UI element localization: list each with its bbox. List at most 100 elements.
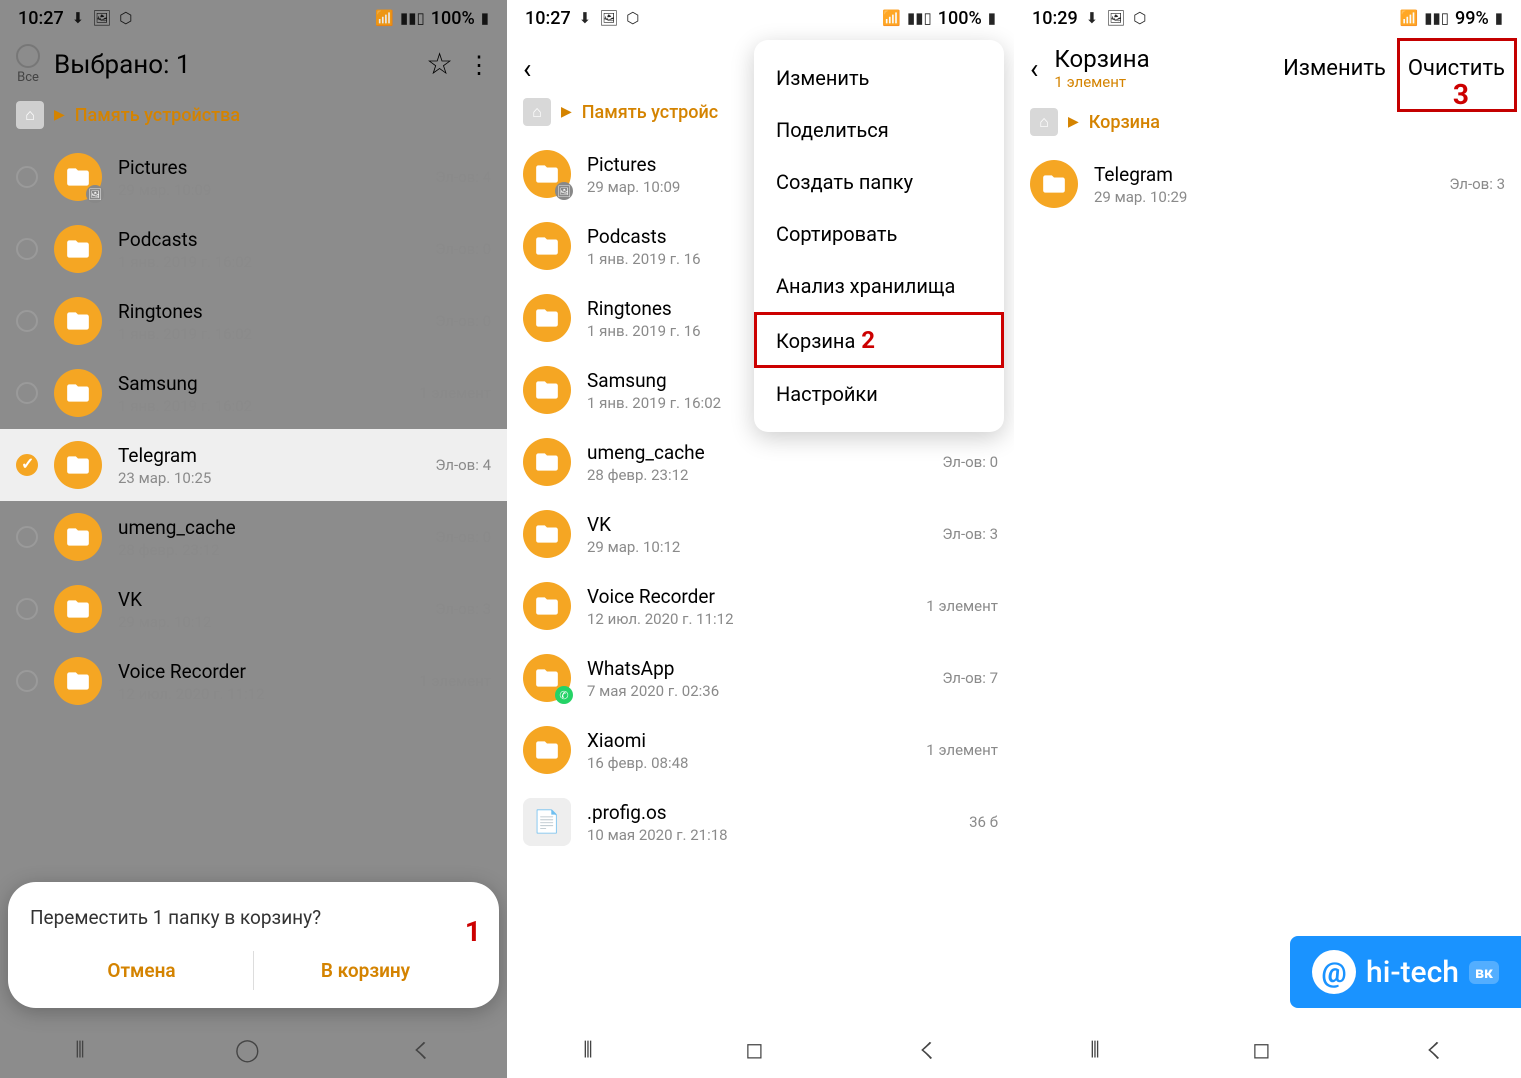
list-item[interactable]: Telegram23 мар. 10:25Эл-ов: 4 [0, 429, 507, 501]
menu-item-анализ-хранилища[interactable]: Анализ хранилища [754, 260, 1004, 312]
whatsapp-badge-icon: ✆ [555, 686, 573, 704]
nav-recents-icon[interactable]: ⦀ [583, 1038, 593, 1063]
select-all-button[interactable]: Все [16, 44, 40, 85]
annotation-3: 3 [1453, 78, 1469, 111]
selection-header: Все Выбрано: 1 ☆ ⋮ [0, 36, 507, 93]
folder-icon [523, 510, 571, 558]
nav-back-icon[interactable]: ㇛ [1423, 1034, 1445, 1066]
list-item[interactable]: VK29 мар. 10:12Эл-ов: 3 [507, 498, 1014, 570]
back-button[interactable]: ‹ [523, 52, 531, 85]
selection-title: Выбрано: 1 [54, 50, 412, 80]
folder-icon [54, 369, 102, 417]
item-meta: 1 янв. 2019 г. 16:02 [118, 397, 403, 415]
item-name: WhatsApp [587, 657, 926, 680]
menu-item-изменить[interactable]: Изменить [754, 52, 1004, 104]
confirm-trash-button[interactable]: В корзину [254, 951, 477, 990]
status-image-icon: 🖼 [599, 9, 618, 27]
nav-back-icon[interactable]: ㇛ [410, 1034, 432, 1066]
status-app-icon: ⬡ [626, 9, 639, 27]
list-item[interactable]: umeng_cache28 февр. 23:12Эл-ов: 0 [507, 426, 1014, 498]
status-image-icon: 🖼 [92, 9, 111, 27]
list-item[interactable]: Ringtones1 янв. 2019 г. 16:02Эл-ов: 0 [0, 285, 507, 357]
nav-home-icon[interactable]: ◻ [745, 1038, 763, 1063]
list-item[interactable]: VK29 мар. 10:12Эл-ов: 3 [0, 573, 507, 645]
status-bar: 10:27 ⬇ 🖼 ⬡ 📶 ▮▮▯ 100% ▮ [0, 0, 507, 36]
list-item[interactable]: umeng_cache28 февр. 23:12Эл-ов: 0 [0, 501, 507, 573]
status-download-icon: ⬇ [1086, 9, 1099, 27]
chevron-right-icon: ▶ [1068, 114, 1079, 130]
battery-text: 100% [938, 8, 982, 29]
item-name: Telegram [1094, 163, 1433, 186]
folder-list[interactable]: Telegram29 мар. 10:29Эл-ов: 3 [1014, 148, 1521, 1022]
list-item[interactable]: ✆ WhatsApp 7 мая 2020 г. 02:36 Эл-ов: 7 [507, 642, 1014, 714]
list-item[interactable]: Telegram29 мар. 10:29Эл-ов: 3 [1014, 148, 1521, 220]
status-app-icon: ⬡ [119, 9, 132, 27]
item-count: Эл-ов: 0 [435, 240, 491, 258]
more-icon[interactable]: ⋮ [467, 51, 491, 79]
item-name: Podcasts [118, 228, 419, 251]
nav-home-icon[interactable]: ◻ [1252, 1038, 1270, 1063]
nav-home-icon[interactable]: ◯ [235, 1038, 260, 1063]
nav-recents-icon[interactable]: ⦀ [1090, 1038, 1100, 1063]
list-item[interactable]: 📄.profig.os10 мая 2020 г. 21:1836 б [507, 786, 1014, 858]
list-item[interactable]: Xiaomi16 февр. 08:481 элемент [507, 714, 1014, 786]
menu-item-поделиться[interactable]: Поделиться [754, 104, 1004, 156]
item-name: umeng_cache [118, 516, 419, 539]
status-time: 10:27 [18, 8, 64, 29]
checkbox[interactable] [16, 598, 38, 620]
checkbox[interactable] [16, 238, 38, 260]
item-count: Эл-ов: 0 [435, 528, 491, 546]
screenshot-2: 10:27 ⬇ 🖼 ⬡ 📶 ▮▮▯ 100% ▮ ‹ ⌂ ▶ Память ус… [507, 0, 1014, 1078]
list-item[interactable]: 🖼Pictures29 мар. 10:09Эл-ов: 4 [0, 141, 507, 213]
item-name: Pictures [118, 156, 419, 179]
nav-recents-icon[interactable]: ⦀ [75, 1038, 85, 1063]
item-name: Samsung [118, 372, 403, 395]
item-meta: 23 мар. 10:25 [118, 469, 419, 487]
item-count: Эл-ов: 3 [942, 525, 998, 543]
menu-item-создать-папку[interactable]: Создать папку [754, 156, 1004, 208]
item-name: Voice Recorder [118, 660, 403, 683]
item-count: Эл-ов: 4 [435, 168, 491, 186]
item-meta: 29 мар. 10:29 [1094, 188, 1433, 206]
menu-item-корзина[interactable]: Корзина 2 [754, 312, 1004, 368]
item-count: 1 элемент [926, 741, 998, 759]
cancel-button[interactable]: Отмена [30, 951, 253, 990]
breadcrumb[interactable]: ⌂ ▶ Память устройства [0, 93, 507, 141]
nav-back-icon[interactable]: ㇛ [916, 1034, 938, 1066]
checkbox[interactable] [16, 670, 38, 692]
list-item[interactable]: Voice Recorder12 июл. 2020 г. 11:121 эле… [0, 645, 507, 717]
item-name: umeng_cache [587, 441, 926, 464]
chevron-right-icon: ▶ [54, 107, 65, 123]
chevron-right-icon: ▶ [561, 104, 572, 120]
screenshot-3: 10:29 ⬇ 🖼 ⬡ 📶 ▮▮▯ 99% ▮ ‹ Корзина 1 элем… [1014, 0, 1521, 1078]
checkbox[interactable] [16, 382, 38, 404]
watermark-vk-icon: вк [1469, 961, 1499, 984]
star-icon[interactable]: ☆ [426, 47, 453, 82]
nav-bar: ⦀ ◻ ㇛ [507, 1022, 1014, 1078]
item-count: 36 б [969, 813, 998, 831]
signal-icon: ▮▮▯ [907, 9, 932, 27]
list-item[interactable]: Samsung1 янв. 2019 г. 16:021 элемент [0, 357, 507, 429]
checkbox[interactable] [16, 454, 38, 476]
watermark-text: hi-tech [1366, 955, 1459, 990]
checkbox[interactable] [16, 166, 38, 188]
item-name: .profig.os [587, 801, 953, 824]
item-meta: 7 мая 2020 г. 02:36 [587, 682, 926, 700]
status-download-icon: ⬇ [579, 9, 592, 27]
item-count: Эл-ов: 0 [435, 312, 491, 330]
list-item[interactable]: Podcasts1 янв. 2019 г. 16:02Эл-ов: 0 [0, 213, 507, 285]
item-name: Ringtones [118, 300, 419, 323]
checkbox[interactable] [16, 526, 38, 548]
menu-item-сортировать[interactable]: Сортировать [754, 208, 1004, 260]
checkbox[interactable] [16, 310, 38, 332]
annotation-2: 2 [855, 326, 875, 354]
nav-bar: ⦀ ◯ ㇛ [0, 1022, 507, 1078]
back-button[interactable]: ‹ [1030, 52, 1038, 85]
edit-button[interactable]: Изменить [1283, 56, 1386, 81]
item-count: Эл-ов: 7 [942, 669, 998, 687]
signal-icon: ▮▮▯ [400, 9, 425, 27]
select-all-label: Все [17, 70, 39, 85]
folder-icon [1030, 160, 1078, 208]
menu-item-настройки[interactable]: Настройки [754, 368, 1004, 420]
list-item[interactable]: Voice Recorder12 июл. 2020 г. 11:121 эле… [507, 570, 1014, 642]
